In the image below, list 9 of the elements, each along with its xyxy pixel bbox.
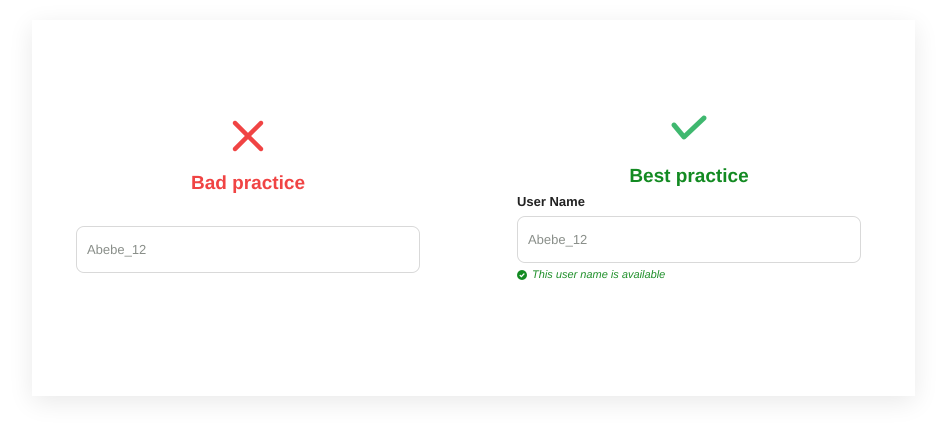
check-circle-icon (517, 270, 527, 280)
username-field[interactable]: Abebe_12 (76, 226, 420, 273)
practice-title: Bad practice (190, 172, 306, 196)
availability-message: This user name is available (532, 269, 666, 281)
checkmark-icon (671, 115, 707, 141)
field-label: User Name (517, 194, 585, 210)
cross-icon (232, 120, 264, 152)
practice-title: Best practice (629, 165, 749, 189)
username-field[interactable]: Abebe_12 (517, 216, 861, 263)
